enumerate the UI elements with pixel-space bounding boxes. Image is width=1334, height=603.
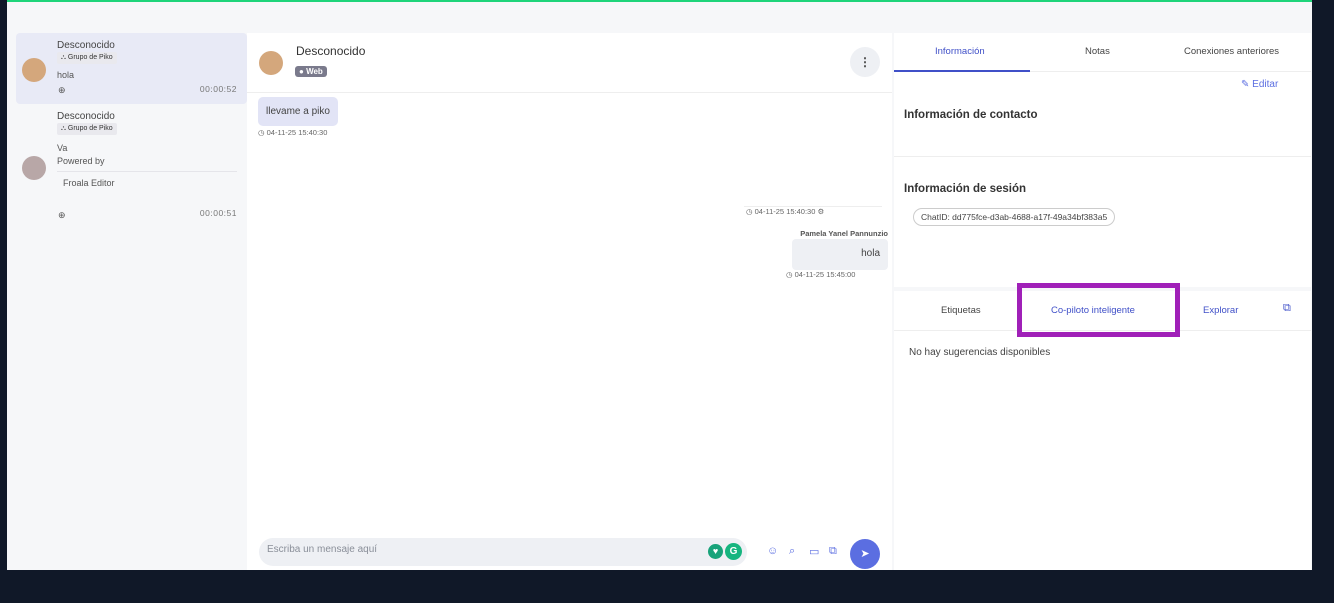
info-card: Información Notas Conexiones anteriores … (894, 33, 1311, 287)
group-icon: ⛬ (61, 125, 66, 132)
tab-conexiones[interactable]: Conexiones anteriores (1184, 46, 1279, 57)
conversation-preview: Va (57, 143, 68, 153)
pencil-icon: ✎ (1241, 79, 1253, 90)
clock-icon: ◷ (258, 128, 267, 137)
grammarly-icon[interactable]: G (725, 543, 742, 560)
group-label: Grupo de Piko (67, 125, 113, 132)
group-badge: ⛬ Grupo de Piko (57, 52, 117, 64)
divider (894, 156, 1311, 157)
lightbulb-icon[interactable]: ♥ (708, 544, 723, 559)
highlight-box (1017, 283, 1180, 337)
info-tabs: Información Notas Conexiones anteriores (894, 33, 1311, 72)
conversation-item[interactable]: Desconocido ⛬ Grupo de Piko Va Powered by… (16, 104, 247, 224)
message-composer: ♥ G (259, 538, 747, 566)
info-panel: Información Notas Conexiones anteriores … (894, 33, 1311, 570)
conversation-time: 00:00:51 (199, 208, 237, 218)
clock-icon: ◷ (786, 270, 795, 279)
frame-left (0, 0, 7, 570)
timestamp-text: 04-11-25 15:40:30 (754, 207, 816, 216)
group-icon: ⛬ (61, 54, 66, 61)
contact-info-title: Información de contacto (904, 109, 1038, 121)
no-suggestions-text: No hay sugerencias disponibles (909, 347, 1051, 358)
video-icon[interactable]: ▭ (809, 545, 819, 558)
globe-icon: ● (299, 67, 307, 76)
conversation-name: Desconocido (57, 40, 115, 51)
channel-label: Web (306, 67, 323, 76)
conversation-preview-line: Powered by (57, 156, 105, 166)
message-timestamp: ◷ 04-11-25 15:40:30 (258, 128, 327, 137)
conversation-preview: hola (57, 70, 75, 80)
avatar (259, 51, 283, 75)
message-input[interactable] (267, 544, 697, 555)
message-timestamp: ◷ 04-11-25 15:45:00 (786, 270, 855, 279)
tab-etiquetas[interactable]: Etiquetas (941, 305, 981, 316)
timestamp-text: 04-11-25 15:45:00 (794, 270, 856, 279)
system-timestamp: ◷ 04-11-25 15:40:30 ⚙ (746, 207, 824, 216)
frame-bottom (0, 570, 1334, 603)
channel-badge: ● Web (295, 66, 327, 77)
chat-panel: Desconocido ● Web ⋮ llevame a piko ◷ 04-… (247, 33, 892, 570)
group-label: Grupo de Piko (67, 54, 113, 61)
tab-notas[interactable]: Notas (1085, 46, 1110, 57)
emoji-icon[interactable]: ☺ (767, 545, 778, 557)
clock-icon: ◷ (746, 207, 755, 216)
contact-name: Desconocido (296, 44, 366, 58)
tab-informacion[interactable]: Información (935, 46, 985, 57)
session-info-title: Información de sesión (904, 183, 1027, 195)
more-options-button[interactable]: ⋮ (850, 47, 880, 77)
chat-id-chip: ChatID: dd775fce-d3ab-4688-a17f-49a34bf3… (913, 208, 1116, 226)
send-button[interactable]: ➤ (850, 539, 880, 569)
group-badge: ⛬ Grupo de Piko (57, 123, 117, 135)
incoming-message: llevame a piko (258, 97, 338, 126)
edit-label: Editar (1252, 79, 1279, 90)
conversation-list: Desconocido ⛬ Grupo de Piko hola ⊕ 00:00:… (16, 33, 247, 570)
globe-icon: ⊕ (58, 85, 66, 95)
bot-icon: ⚙ (815, 207, 825, 216)
expand-icon[interactable]: ⧉ (1283, 302, 1291, 315)
frame-right (1312, 0, 1334, 570)
edit-button[interactable]: ✎ Editar (1241, 79, 1278, 90)
conversation-name: Desconocido (57, 111, 115, 122)
timestamp-text: 04-11-25 15:40:30 (266, 128, 328, 137)
avatar (22, 58, 46, 82)
avatar (22, 156, 46, 180)
chat-header: Desconocido ● Web ⋮ (247, 33, 892, 93)
outgoing-message: hola (792, 239, 888, 270)
active-tab-indicator (894, 70, 1030, 72)
tab-explorar[interactable]: Explorar (1203, 305, 1238, 316)
conversation-item[interactable]: Desconocido ⛬ Grupo de Piko hola ⊕ 00:00:… (16, 33, 247, 104)
divider (57, 171, 237, 172)
globe-icon: ⊕ (58, 210, 66, 220)
copilot-card: Etiquetas Co-piloto inteligente Explorar… (894, 283, 1311, 570)
conversation-time: 00:00:52 (199, 84, 237, 94)
attach-icon[interactable]: ⌕ (789, 545, 795, 558)
agent-name: Pamela Yanel Pannunzio (800, 229, 888, 238)
template-icon[interactable]: ⧉ (829, 545, 837, 558)
conversation-preview-line: Froala Editor (63, 178, 115, 188)
app-window: Desconocido ⛬ Grupo de Piko hola ⊕ 00:00:… (7, 0, 1312, 570)
